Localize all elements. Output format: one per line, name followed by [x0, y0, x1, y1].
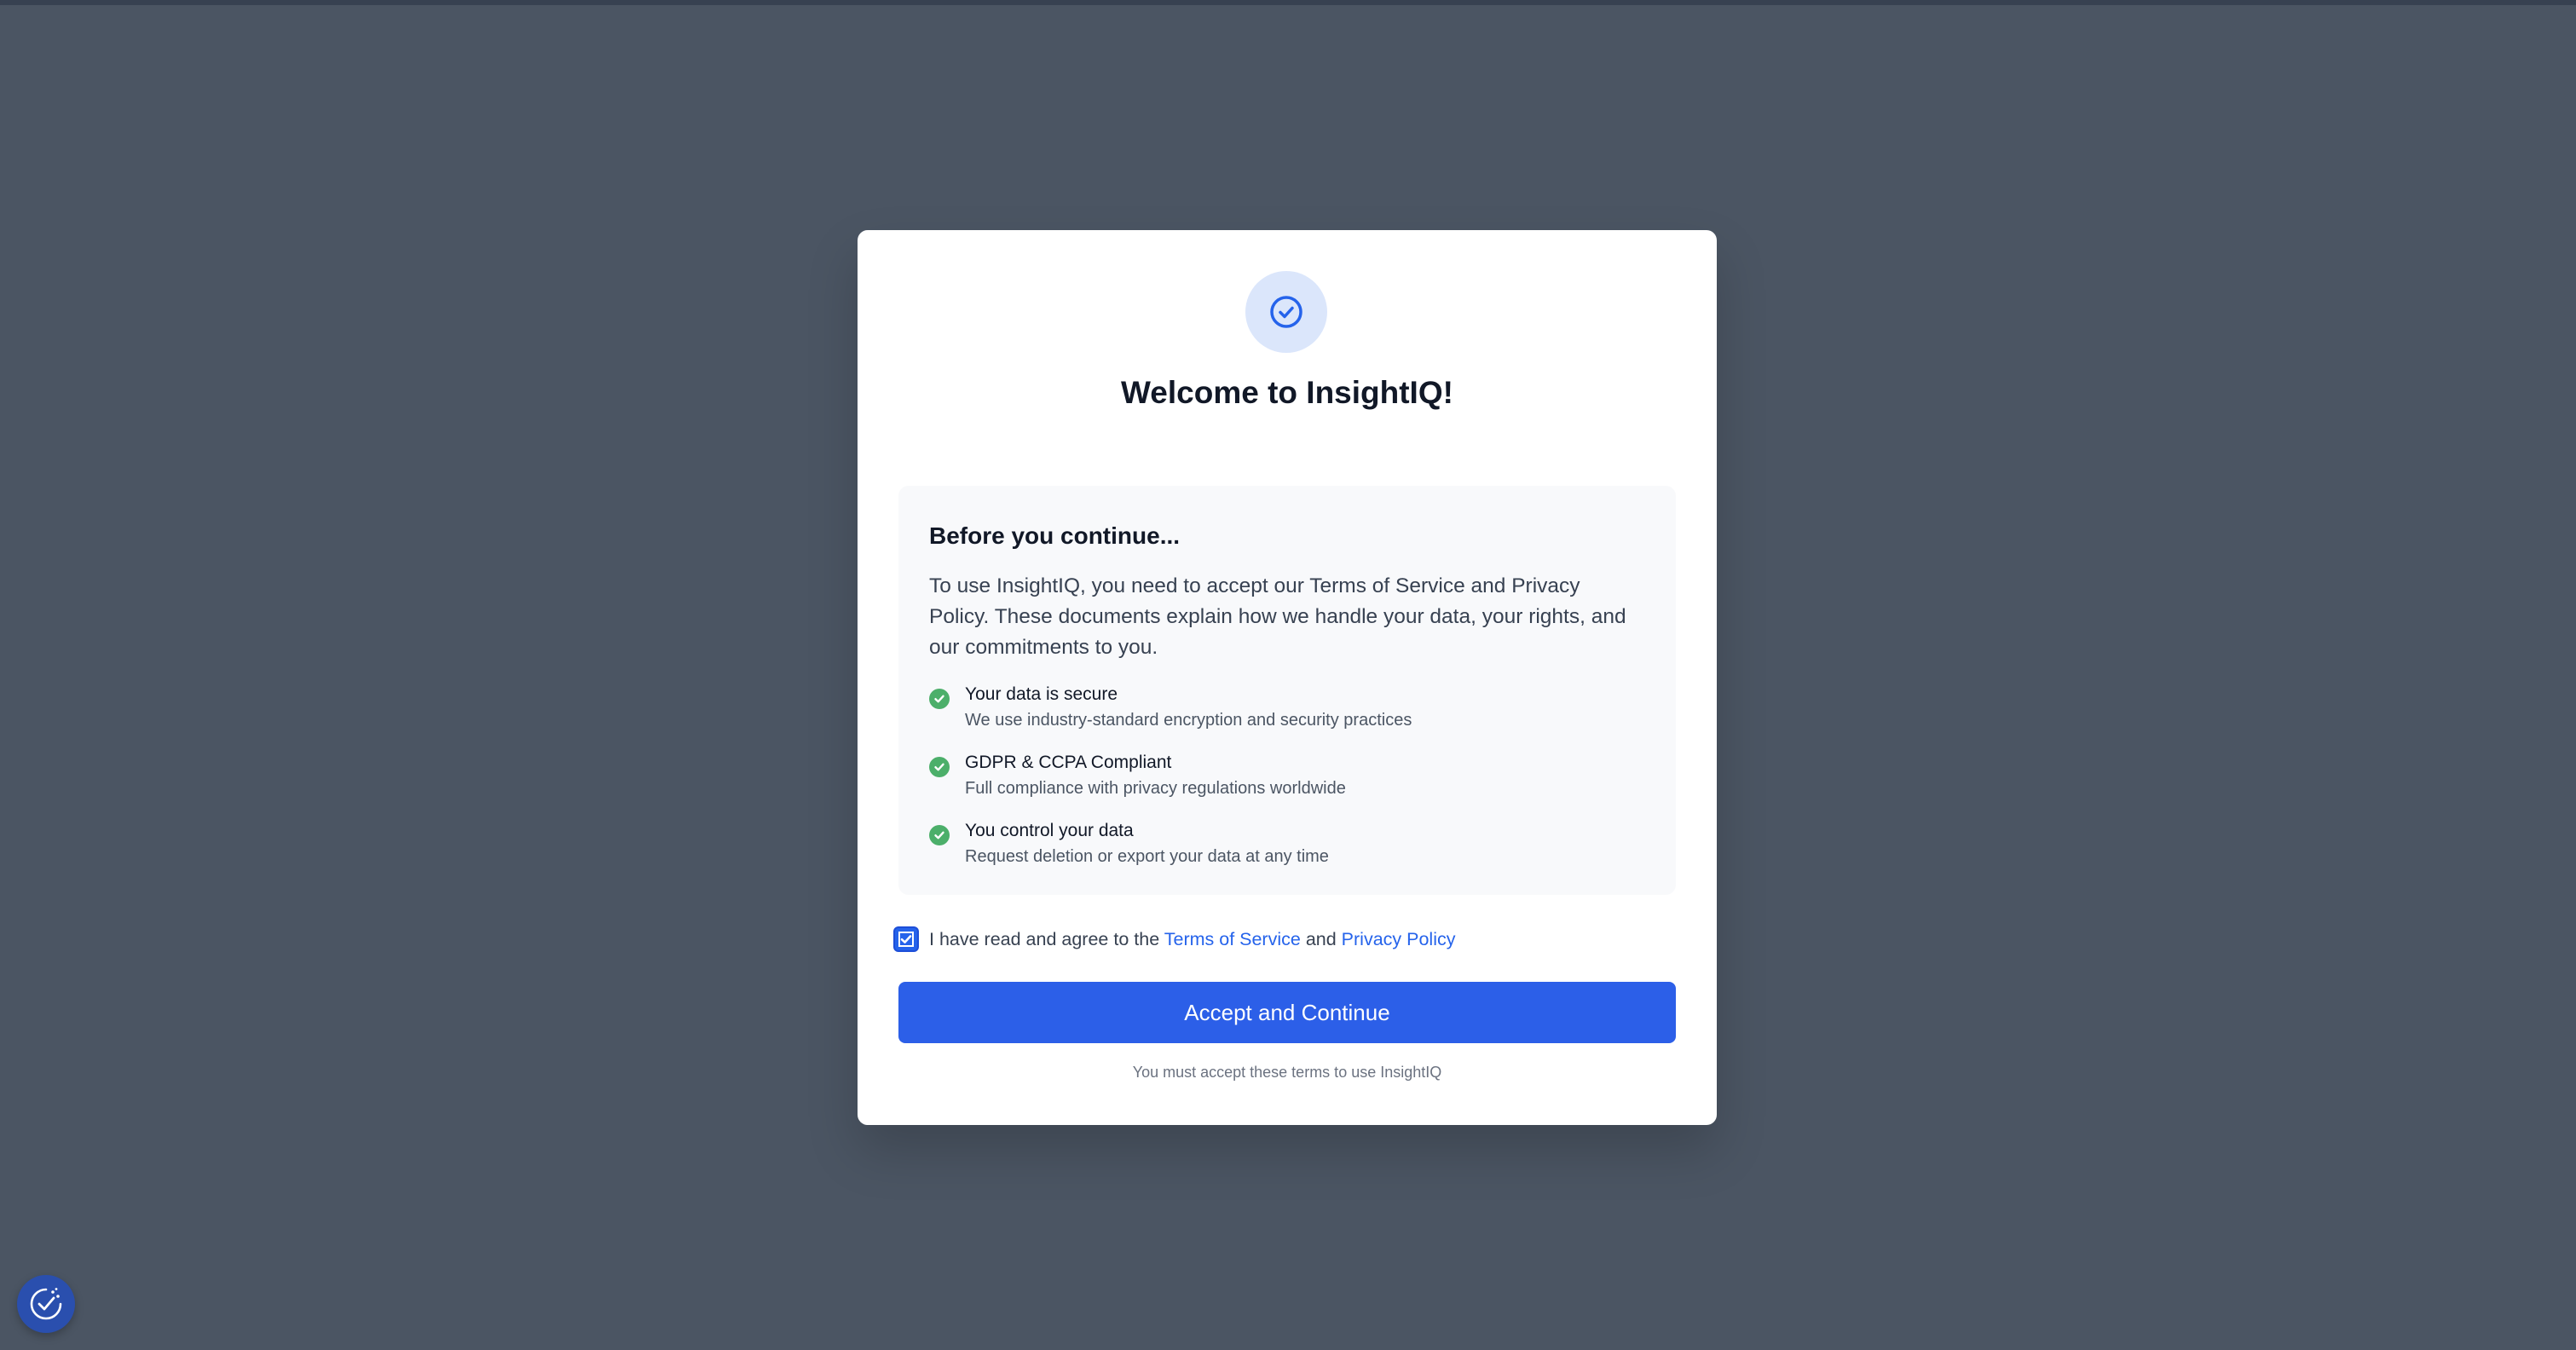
- feature-item: You control your data Request deletion o…: [929, 818, 1645, 869]
- feature-title: You control your data: [965, 821, 1134, 840]
- agree-middle: and: [1300, 928, 1342, 949]
- modal-title: Welcome to InsightIQ!: [1121, 375, 1453, 410]
- agree-checkbox[interactable]: [895, 928, 917, 950]
- agree-row: I have read and agree to the Terms of Se…: [895, 922, 1455, 956]
- check-icon: [929, 757, 950, 777]
- feature-item: Your data is secure We use industry-stan…: [929, 682, 1645, 733]
- info-text: To use InsightIQ, you need to accept our…: [929, 574, 1626, 659]
- terms-info-box: Before you continue... To use InsightIQ,…: [898, 486, 1676, 895]
- info-heading: Before you continue...: [929, 522, 1181, 549]
- window-top-border: [0, 0, 2576, 5]
- footnote: You must accept these terms to use Insig…: [1132, 1064, 1442, 1081]
- feature-description: Full compliance with privacy regulations…: [965, 779, 1346, 798]
- terms-of-service-link[interactable]: Terms of Service: [1164, 929, 1301, 949]
- cookie-consent-icon[interactable]: [17, 1275, 75, 1333]
- agree-prefix: I have read and agree to the: [929, 928, 1164, 949]
- feature-description: Request deletion or export your data at …: [965, 847, 1329, 866]
- check-circle-icon: [1245, 271, 1327, 353]
- accept-and-continue-button[interactable]: Accept and Continue: [898, 982, 1676, 1043]
- check-icon: [929, 689, 950, 709]
- feature-description: We use industry-standard encryption and …: [965, 711, 1412, 730]
- feature-title: GDPR & CCPA Compliant: [965, 753, 1172, 772]
- check-icon: [929, 825, 950, 845]
- feature-title: Your data is secure: [965, 684, 1118, 704]
- feature-item: GDPR & CCPA Compliant Full compliance wi…: [929, 750, 1645, 801]
- agree-label: I have read and agree to the Terms of Se…: [929, 929, 1455, 950]
- terms-modal: Welcome to InsightIQ! Before you continu…: [858, 230, 1717, 1125]
- privacy-policy-link[interactable]: Privacy Policy: [1342, 929, 1456, 949]
